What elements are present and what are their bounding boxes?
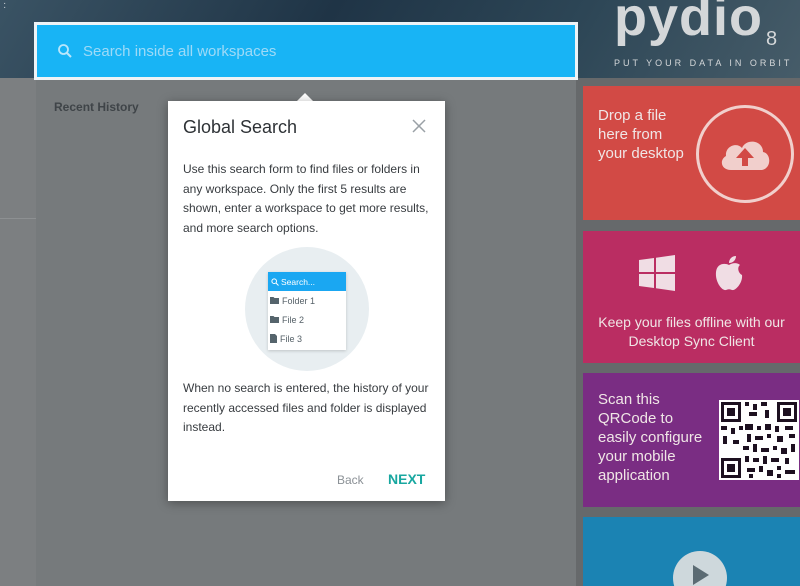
- left-navigation-strip: [0, 78, 36, 586]
- illustration-item: File 2: [268, 310, 346, 329]
- back-button[interactable]: Back: [337, 473, 364, 487]
- illustration-item: Folder 1: [268, 291, 346, 310]
- recent-history-heading: Recent History: [54, 100, 139, 114]
- search-icon: [271, 277, 279, 286]
- desktop-sync-card[interactable]: Keep your files offline with our Desktop…: [583, 231, 800, 363]
- folder-icon: [270, 297, 279, 304]
- close-icon[interactable]: [411, 118, 427, 134]
- illustration-search-field: Search...: [268, 272, 346, 291]
- more-menu-icon[interactable]: · ·: [3, 0, 6, 13]
- search-illustration: Search... Folder 1 File 2 File 3: [268, 272, 346, 350]
- divider: [0, 218, 36, 219]
- play-button[interactable]: [673, 551, 727, 586]
- logo-tagline: PUT YOUR DATA IN ORBIT: [614, 58, 793, 68]
- apple-icon: [715, 256, 742, 291]
- logo-version: 8: [766, 28, 778, 50]
- drop-files-text: Drop a file here from your desktop: [598, 107, 684, 162]
- illustration-item-label: File 3: [280, 333, 303, 344]
- folder-icon: [270, 316, 279, 323]
- illustration-search-text: Search...: [281, 276, 316, 287]
- illustration-item: File 3: [268, 329, 346, 348]
- cloud-upload-icon: [721, 141, 770, 170]
- search-input[interactable]: [83, 36, 575, 66]
- dialog-history-text: When no search is entered, the history o…: [183, 381, 429, 434]
- windows-icon: [638, 255, 675, 291]
- play-icon: [693, 565, 709, 585]
- file-icon: [270, 334, 277, 343]
- qr-code-image: [719, 400, 799, 480]
- dialog-title: Global Search: [183, 117, 298, 137]
- desktop-sync-text: Keep your files offline with our Desktop…: [598, 314, 785, 349]
- drop-files-card[interactable]: Drop a file here from your desktop: [583, 86, 800, 220]
- dialog-intro-text: Use this search form to find files or fo…: [183, 162, 429, 235]
- global-search-bar[interactable]: [34, 22, 578, 80]
- mobile-app-card[interactable]: Scan this QRCode to easily configure you…: [583, 373, 800, 507]
- upload-button[interactable]: [696, 105, 794, 203]
- next-button[interactable]: NEXT: [388, 471, 425, 487]
- illustration-item-label: Folder 1: [282, 295, 316, 306]
- search-icon: [58, 44, 72, 58]
- logo-wordmark: pydio: [614, 0, 763, 47]
- video-tutorial-card[interactable]: [583, 517, 800, 586]
- illustration-item-label: File 2: [282, 314, 305, 325]
- pydio-logo: pydio 8 PUT YOUR DATA IN ORBIT: [610, 0, 800, 76]
- mobile-app-text: Scan this QRCode to easily configure you…: [598, 391, 703, 484]
- global-search-dialog: Global Search Use this search form to fi…: [168, 101, 445, 501]
